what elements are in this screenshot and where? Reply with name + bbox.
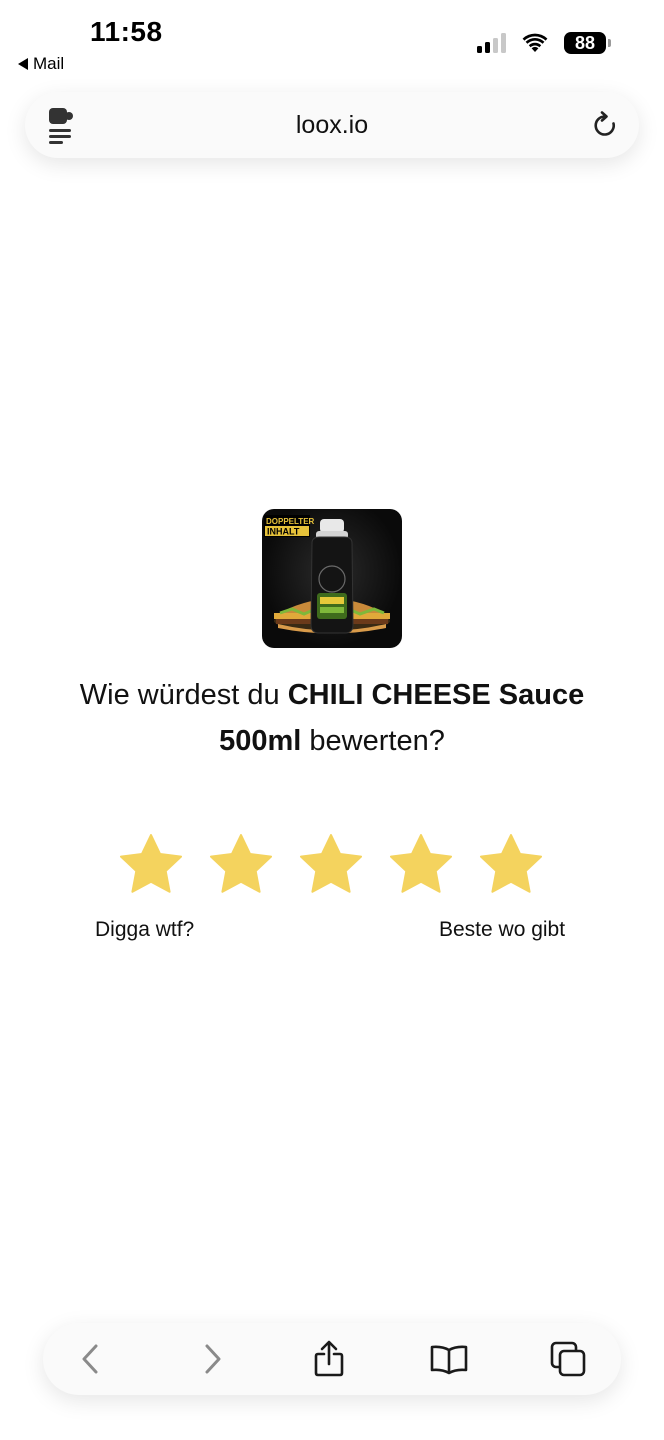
url-text[interactable]: loox.io bbox=[296, 111, 368, 140]
star-3-icon[interactable] bbox=[298, 833, 364, 899]
reload-icon[interactable] bbox=[591, 110, 619, 140]
back-triangle-icon bbox=[18, 58, 28, 70]
badge-line-2: INHALT bbox=[267, 527, 300, 537]
star-rating bbox=[118, 833, 544, 899]
rating-label-low: Digga wtf? bbox=[95, 918, 195, 941]
wifi-icon bbox=[522, 33, 548, 52]
star-1-icon[interactable] bbox=[118, 833, 184, 899]
star-4-icon[interactable] bbox=[388, 833, 454, 899]
back-app-label: Mail bbox=[33, 54, 65, 73]
star-2-icon[interactable] bbox=[208, 833, 274, 899]
battery-level: 88 bbox=[574, 32, 596, 53]
cellular-signal-icon bbox=[477, 33, 506, 53]
bookmarks-button[interactable] bbox=[427, 1337, 471, 1381]
share-icon bbox=[314, 1340, 344, 1377]
back-button[interactable] bbox=[68, 1337, 112, 1381]
tabs-icon bbox=[550, 1341, 586, 1377]
rating-label-high: Beste wo gibt bbox=[439, 918, 566, 941]
forward-icon bbox=[205, 1344, 221, 1374]
address-bar[interactable]: loox.io bbox=[25, 92, 639, 158]
badge-line-1: DOPPELTER bbox=[266, 517, 315, 526]
browser-toolbar bbox=[43, 1323, 621, 1395]
product-image: DOPPELTER INHALT bbox=[262, 509, 402, 648]
status-time: 11:58 bbox=[90, 16, 163, 47]
bookmarks-icon bbox=[430, 1345, 468, 1375]
share-button[interactable] bbox=[307, 1337, 351, 1381]
back-icon bbox=[82, 1344, 98, 1374]
star-5-icon[interactable] bbox=[478, 833, 544, 899]
forward-button[interactable] bbox=[191, 1337, 235, 1381]
question-suffix: bewerten? bbox=[301, 725, 445, 757]
rating-question: Wie würdest du CHILI CHEESE Sauce 500ml … bbox=[40, 672, 624, 764]
back-to-app-button[interactable]: Mail bbox=[18, 54, 64, 74]
tabs-button[interactable] bbox=[546, 1337, 590, 1381]
battery-indicator: 88 bbox=[564, 32, 611, 54]
status-indicators: 88 bbox=[477, 32, 611, 54]
page-menu-icon[interactable] bbox=[45, 105, 79, 145]
question-prefix: Wie würdest du bbox=[79, 679, 288, 711]
